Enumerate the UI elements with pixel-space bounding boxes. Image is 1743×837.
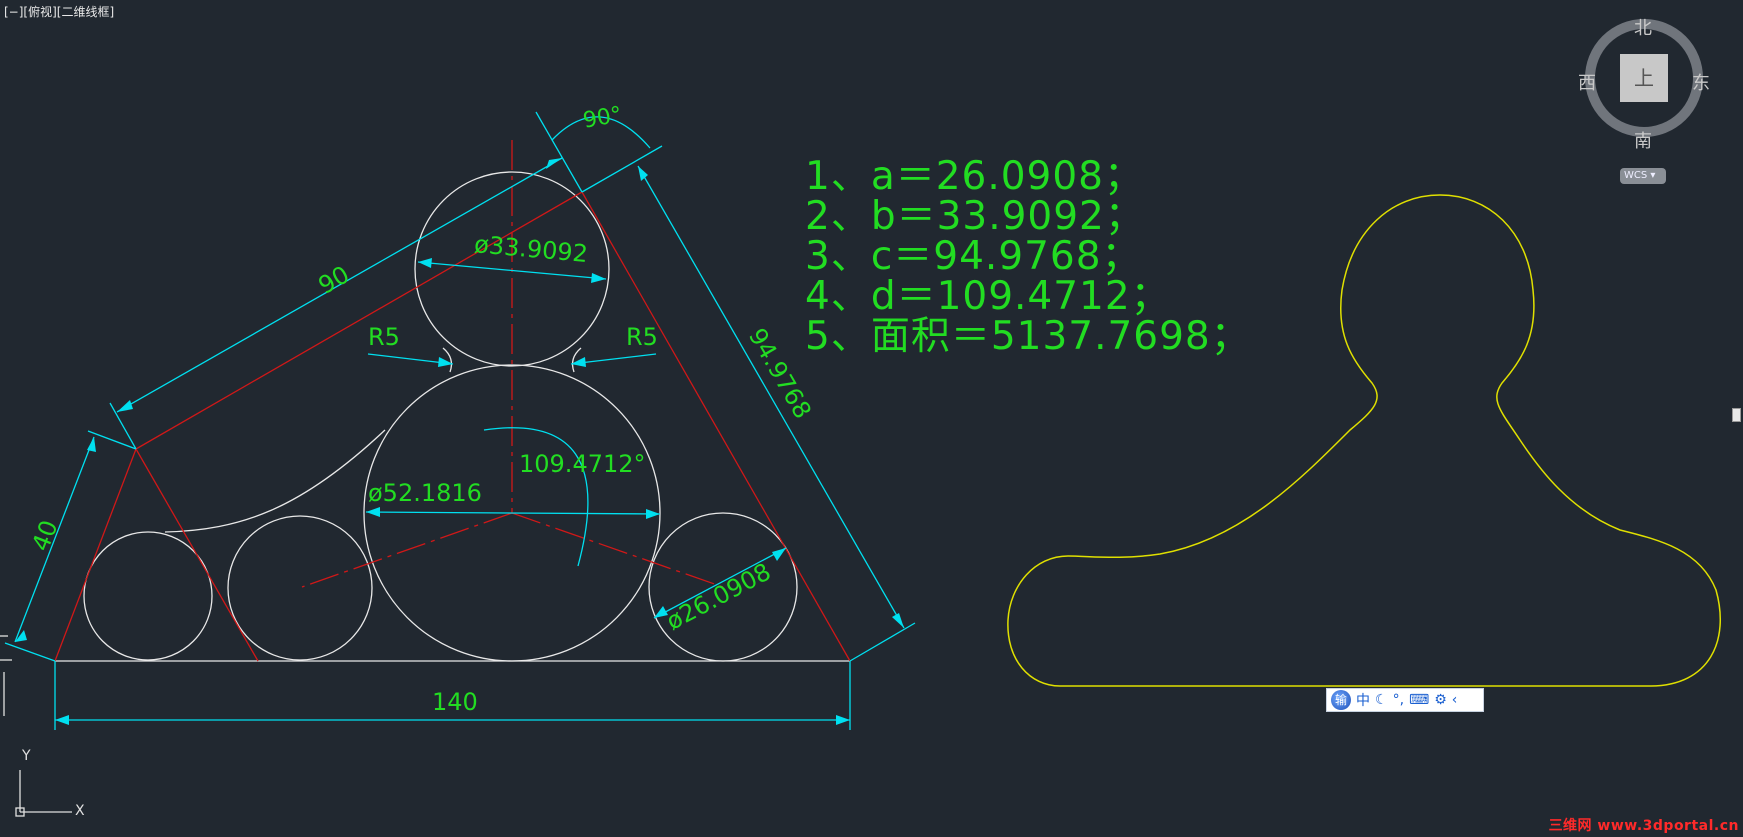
scrollbar-thumb[interactable] — [1732, 408, 1741, 422]
dim-40-line — [14, 436, 95, 643]
dimension-lines — [4, 111, 916, 730]
triangle-left-edge — [54, 448, 137, 662]
result-line-5: 5、面积＝5137.7698； — [805, 314, 1251, 359]
compass-west-label[interactable]: 西 — [1578, 69, 1596, 95]
compass-north-label[interactable]: 北 — [1634, 14, 1652, 40]
triangle-top-edge — [135, 191, 583, 450]
compass-south-label[interactable]: 南 — [1634, 127, 1652, 153]
viewcube-top-face[interactable]: 上 — [1620, 54, 1668, 102]
construction-lines — [54, 140, 851, 662]
viewcube[interactable]: 北 南 东 西 上 WCS ▾ — [1578, 12, 1710, 192]
dim-40-ext-bottom — [4, 642, 56, 662]
compass-east-label[interactable]: 东 — [1692, 69, 1710, 95]
keyboard-icon[interactable]: ⌨ — [1409, 692, 1429, 708]
inner-line-left — [135, 448, 259, 662]
results-text: 1、a＝26.0908； 2、b＝33.9092； 3、c＝94.9768； 4… — [805, 157, 1251, 357]
dim-angle-mid-arc — [483, 427, 589, 567]
ime-chinese-mode[interactable]: 中 — [1356, 690, 1370, 710]
ime-logo-icon[interactable]: 输 — [1331, 690, 1351, 710]
dim-9497-ext-bottom — [849, 622, 916, 662]
fillet-arc-left — [164, 429, 386, 533]
watermark: 三维网 www.3dportal.cn — [1548, 818, 1739, 834]
dim-90-ext-right — [535, 111, 583, 193]
result-line-3: 3、c＝94.9768； — [805, 234, 1142, 279]
geometry — [55, 171, 850, 662]
ucs-icon — [0, 635, 72, 817]
chevron-down-icon: ▾ — [1650, 170, 1656, 181]
ime-toolbar[interactable]: 输 中 ☾ °, ⌨ ⚙ ‹ — [1326, 688, 1484, 712]
ucs-y-label: Y — [22, 748, 31, 764]
dim-90-line — [116, 157, 563, 413]
circle-left-mid — [227, 515, 373, 661]
dim-angle-top-arc — [551, 116, 651, 149]
result-line-4: 4、d＝109.4712； — [805, 274, 1171, 319]
wcs-menu-button[interactable]: WCS ▾ — [1620, 168, 1666, 184]
wcs-label: WCS — [1624, 170, 1648, 181]
result-line-2: 2、b＝33.9092； — [805, 194, 1145, 239]
circle-left-small — [83, 531, 213, 661]
dim-dia-right — [653, 547, 787, 619]
collapse-icon[interactable]: ‹ — [1452, 692, 1458, 708]
result-line-1: 1、a＝26.0908； — [805, 154, 1144, 199]
axis-right — [511, 512, 724, 588]
ucs-x-label: X — [75, 803, 85, 819]
viewport-controls-label[interactable]: [−][俯视][二维线框] — [4, 3, 114, 20]
dim-9497-ext-top — [581, 145, 663, 193]
punctuation-icon[interactable]: °, — [1393, 692, 1404, 708]
moon-icon[interactable]: ☾ — [1375, 692, 1388, 708]
gear-icon[interactable]: ⚙ — [1434, 692, 1447, 708]
